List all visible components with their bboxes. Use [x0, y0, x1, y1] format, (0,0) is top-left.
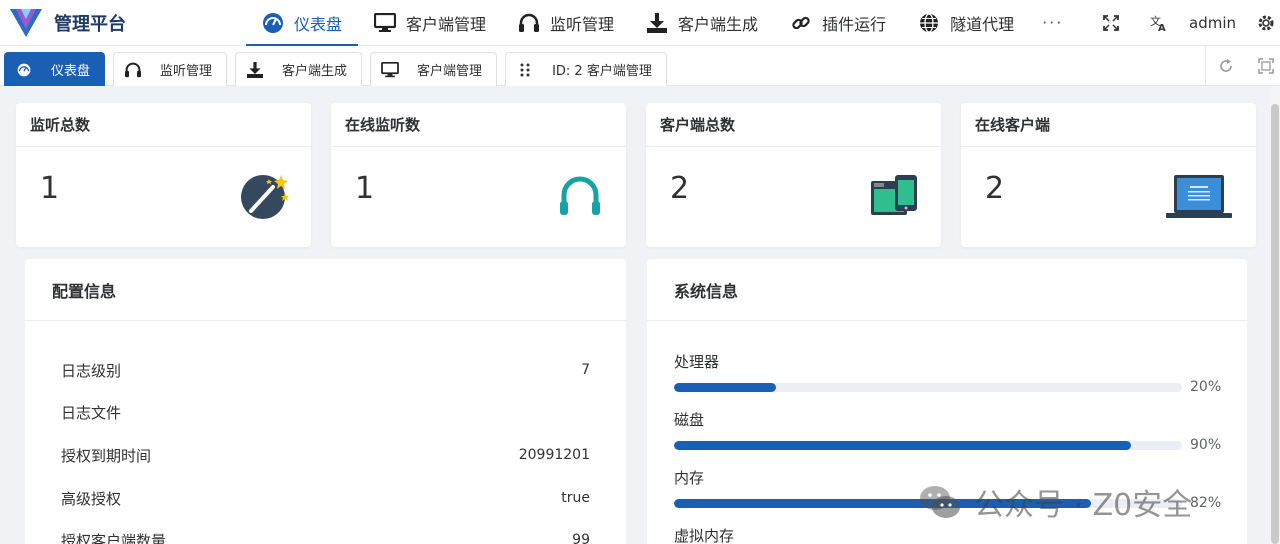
wechat-icon [920, 486, 960, 518]
nav-listener-manage[interactable]: 监听管理 [502, 0, 630, 46]
nav-plugin-run[interactable]: 插件运行 [774, 0, 902, 46]
config-panel: 配置信息 日志级别 7 日志文件 授权到期时间 20991201 高级授权 tr… [25, 259, 626, 544]
drag-handle-icon [514, 61, 536, 79]
download-icon [646, 12, 668, 34]
stat-title: 监听总数 [16, 103, 311, 147]
devices-icon [871, 175, 917, 215]
top-right-tools: 文A admin [1087, 0, 1280, 46]
nav-more-button[interactable]: ··· [1030, 0, 1075, 46]
sys-label-cpu: 处理器 [674, 353, 720, 371]
config-row-log-file: 日志文件 [61, 397, 590, 427]
svg-text:A: A [1158, 23, 1166, 32]
nav-label: 插件运行 [822, 14, 887, 34]
config-row-log-level: 日志级别 7 [61, 355, 590, 385]
nav-label: 仪表盘 [294, 14, 343, 34]
panel-title: 系统信息 [647, 259, 1247, 321]
progress-fill [674, 383, 776, 392]
nav-client-manage[interactable]: 客户端管理 [358, 0, 502, 46]
monitor-icon [379, 61, 401, 79]
tab-client-detail[interactable]: ID: 2 客户端管理 [505, 52, 667, 86]
stat-value: 1 [355, 171, 375, 206]
refresh-icon[interactable] [1216, 56, 1236, 76]
main-nav: 仪表盘 客户端管理 监听管理 客户端生成 插件运行 隧道代理 ··· [246, 0, 1075, 46]
tab-listener-manage[interactable]: 监听管理 [113, 52, 228, 86]
app-title: 管理平台 [54, 13, 126, 35]
maximize-icon[interactable] [1256, 56, 1276, 76]
watermark-text: 公众号 · Z0安全 [974, 488, 1193, 523]
nav-label: 隧道代理 [950, 14, 1015, 34]
tab-label: 客户端管理 [417, 64, 483, 79]
config-row-advanced-license: 高级授权 true [61, 483, 590, 513]
tabs-tools [1205, 46, 1280, 86]
headphones-icon [560, 176, 600, 215]
config-value: 20991201 [518, 447, 590, 463]
nav-dashboard[interactable]: 仪表盘 [246, 0, 359, 46]
stat-value: 2 [985, 171, 1005, 206]
link-icon [790, 12, 812, 34]
panel-title: 配置信息 [25, 259, 626, 321]
stat-value: 2 [670, 171, 690, 206]
config-label: 授权到期时间 [61, 446, 152, 465]
config-label: 日志级别 [61, 361, 122, 380]
translate-icon[interactable]: 文A [1149, 13, 1169, 33]
tab-label: ID: 2 客户端管理 [552, 64, 652, 79]
nav-label: 监听管理 [550, 14, 615, 34]
nav-label: 客户端生成 [678, 14, 759, 34]
disk-percent: 90% [1190, 437, 1222, 453]
stat-card-listeners-online: 在线监听数 1 [331, 103, 626, 247]
fullscreen-icon[interactable] [1101, 13, 1121, 33]
stat-card-clients-online: 在线客户端 2 [961, 103, 1256, 247]
config-label: 日志文件 [61, 403, 122, 422]
nav-tunnel-proxy[interactable]: 隧道代理 [902, 0, 1030, 46]
progress-fill [674, 441, 1132, 450]
stat-card-listeners-total: 监听总数 1 [16, 103, 311, 247]
page-scrollbar[interactable] [1270, 86, 1280, 544]
tab-label: 监听管理 [160, 64, 213, 79]
logo-icon [10, 8, 42, 37]
nav-label: 客户端管理 [406, 14, 487, 34]
stat-title: 在线监听数 [331, 103, 626, 147]
wand-icon [241, 175, 289, 219]
cpu-progress-bar [674, 383, 1182, 392]
tab-client-manage[interactable]: 客户端管理 [370, 52, 498, 86]
config-value: 99 [572, 532, 590, 544]
globe-icon [918, 12, 940, 34]
user-name[interactable]: admin [1189, 14, 1236, 32]
config-value: true [561, 490, 590, 506]
config-value: 7 [581, 362, 590, 378]
logo[interactable]: 管理平台 [10, 8, 240, 37]
sys-label-memory: 内存 [674, 469, 705, 487]
tab-label: 客户端生成 [282, 64, 348, 79]
memory-percent: 82% [1190, 495, 1222, 511]
sys-label-disk: 磁盘 [674, 411, 705, 429]
stat-title: 客户端总数 [646, 103, 941, 147]
config-label: 高级授权 [61, 489, 122, 508]
dashboard-icon [13, 61, 35, 79]
tab-client-generate[interactable]: 客户端生成 [235, 52, 363, 86]
settings-icon[interactable] [1256, 13, 1276, 33]
top-navbar: 管理平台 仪表盘 客户端管理 监听管理 客户端生成 插件运行 隧道代理 ··· … [0, 0, 1280, 46]
cpu-percent: 20% [1190, 379, 1222, 395]
headphones-icon [122, 61, 144, 79]
tab-label: 仪表盘 [51, 64, 91, 79]
laptop-icon [1166, 175, 1232, 218]
config-label: 授权客户端数量 [61, 531, 167, 544]
headphones-icon [518, 12, 540, 34]
scrollbar-thumb[interactable] [1271, 104, 1279, 544]
disk-progress-bar [674, 441, 1182, 450]
dashboard-icon [262, 12, 284, 34]
tabs-bar: 仪表盘 监听管理 客户端生成 客户端管理 ID: 2 客户端管理 [0, 46, 1280, 86]
sys-label-virtual-memory: 虚拟内存 [674, 527, 735, 544]
stat-value: 1 [40, 171, 60, 206]
config-row-license-expiry: 授权到期时间 20991201 [61, 440, 590, 470]
nav-client-generate[interactable]: 客户端生成 [630, 0, 774, 46]
monitor-icon [374, 12, 397, 34]
stat-card-clients-total: 客户端总数 2 [646, 103, 941, 247]
stat-title: 在线客户端 [961, 103, 1256, 147]
config-row-client-count: 授权客户端数量 99 [61, 525, 590, 544]
download-icon [244, 61, 266, 79]
tab-dashboard[interactable]: 仪表盘 [4, 52, 106, 86]
watermark: 公众号 · Z0安全 [918, 480, 1192, 524]
